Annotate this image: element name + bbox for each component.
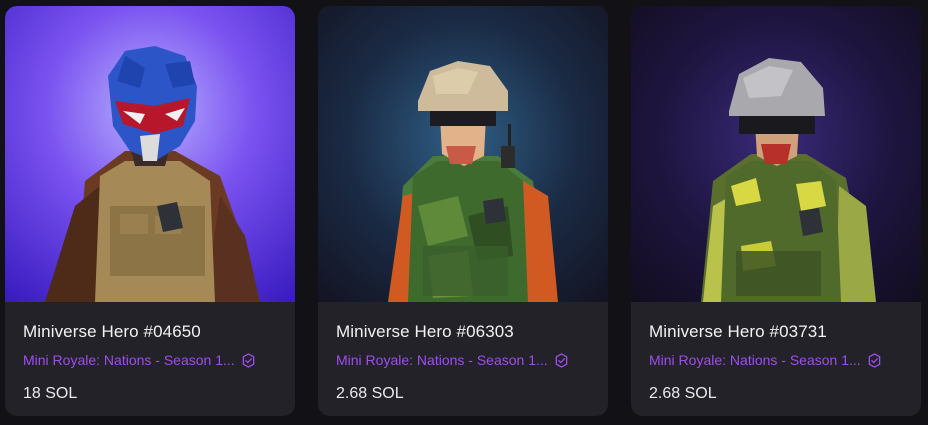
hero-portrait-03731 [631, 6, 921, 302]
collection-name[interactable]: Mini Royale: Nations - Season 1... [336, 352, 548, 368]
nft-image[interactable] [318, 6, 608, 302]
collection-name[interactable]: Mini Royale: Nations - Season 1... [649, 352, 861, 368]
verified-badge-icon [242, 352, 254, 368]
collection-name[interactable]: Mini Royale: Nations - Season 1... [23, 352, 235, 368]
verified-badge-icon [555, 352, 567, 368]
hero-portrait-06303 [318, 6, 608, 302]
verified-badge-icon [868, 352, 880, 368]
nft-card-grid: Miniverse Hero #04650 Mini Royale: Natio… [0, 0, 928, 425]
nft-title[interactable]: Miniverse Hero #03731 [649, 322, 827, 342]
collection-link[interactable]: Mini Royale: Nations - Season 1... [23, 352, 256, 368]
nft-price: 2.68 SOL [649, 385, 717, 402]
hero-portrait-04650 [5, 6, 295, 302]
nft-image[interactable] [5, 6, 295, 302]
collection-link[interactable]: Mini Royale: Nations - Season 1... [336, 352, 569, 368]
nft-price: 2.68 SOL [336, 385, 404, 402]
nft-title[interactable]: Miniverse Hero #06303 [336, 322, 514, 342]
nft-card[interactable]: Miniverse Hero #06303 Mini Royale: Natio… [318, 6, 608, 416]
nft-card[interactable]: Miniverse Hero #03731 Mini Royale: Natio… [631, 6, 921, 416]
nft-price: 18 SOL [23, 385, 78, 402]
nft-card[interactable]: Miniverse Hero #04650 Mini Royale: Natio… [5, 6, 295, 416]
nft-image[interactable] [631, 6, 921, 302]
nft-title[interactable]: Miniverse Hero #04650 [23, 322, 201, 342]
collection-link[interactable]: Mini Royale: Nations - Season 1... [649, 352, 882, 368]
